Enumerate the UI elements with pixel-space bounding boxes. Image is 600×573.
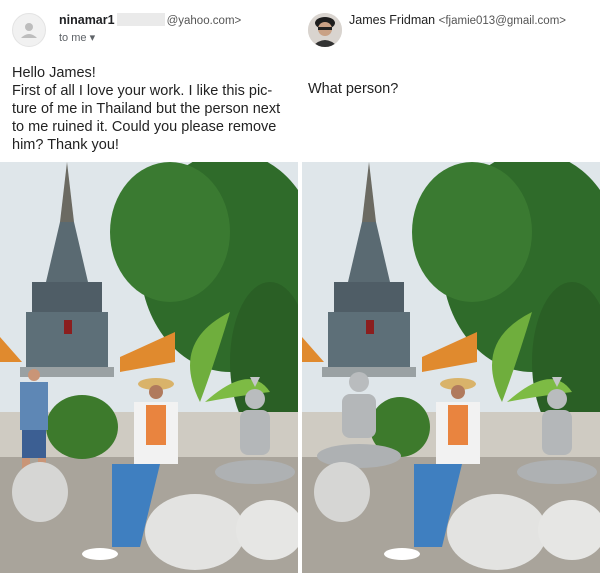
default-avatar[interactable] [12, 13, 46, 47]
sender-name[interactable]: James Fridman [349, 13, 435, 27]
message-line: ture of me in Thailand but the person ne… [12, 101, 281, 117]
message-line: Hello James! [12, 65, 96, 81]
redaction-box [116, 13, 165, 26]
message-body: What person? [308, 80, 588, 98]
chevron-down-icon[interactable]: ▾ [90, 32, 96, 44]
message-body: Hello James! First of all I love your wo… [12, 64, 287, 154]
message-line: What person? [308, 81, 399, 97]
attached-photo-edited[interactable] [302, 162, 600, 573]
person-silhouette-icon [21, 23, 37, 38]
recipient-toggle[interactable]: to me ▾ [59, 31, 95, 44]
attached-photo-original[interactable] [0, 162, 298, 573]
message-line: to me ruined it. Could you please remove [12, 119, 277, 135]
sender-name[interactable]: ninamar1 [59, 13, 115, 27]
recipient-label: to me [59, 32, 87, 44]
sender-email: @yahoo.com> [166, 15, 242, 27]
sender-avatar[interactable] [308, 13, 342, 47]
left-email-pane: ninamar1 @yahoo.com> to me ▾ Hello James!… [0, 0, 298, 573]
sender-line: ninamar1 @yahoo.com> [59, 13, 241, 27]
message-line: him? Thank you! [12, 137, 119, 153]
right-email-pane: James Fridman <fjamie013@gmail.com> What… [302, 0, 600, 573]
person-photo-icon [308, 13, 342, 47]
sender-line: James Fridman <fjamie013@gmail.com> [349, 13, 566, 27]
sender-email: <fjamie013@gmail.com> [438, 15, 566, 27]
message-line: First of all I love your work. I like th… [12, 83, 273, 99]
